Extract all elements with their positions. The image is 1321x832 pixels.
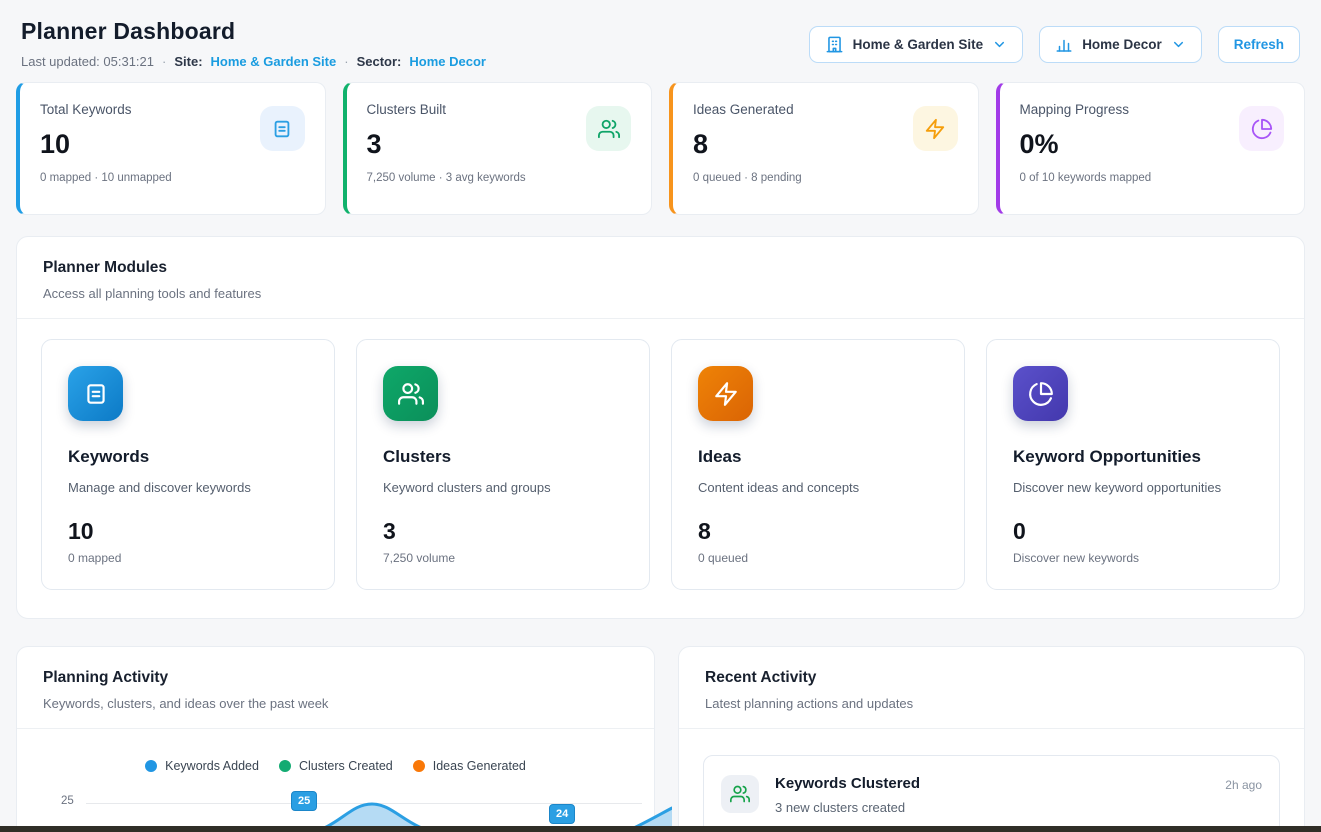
site-selector-label: Home & Garden Site	[853, 37, 984, 52]
page-header: Planner Dashboard Last updated: 05:31:21…	[16, 0, 1305, 69]
module-value: 10	[68, 518, 308, 545]
module-card-clusters[interactable]: Clusters Keyword clusters and groups 3 7…	[356, 339, 650, 590]
module-sub: Discover new keywords	[1013, 551, 1253, 565]
legend-dot-icon	[413, 760, 425, 772]
module-description: Content ideas and concepts	[698, 480, 938, 495]
module-title: Ideas	[698, 447, 938, 467]
document-icon	[68, 366, 123, 421]
module-title: Clusters	[383, 447, 623, 467]
modules-panel-subtitle: Access all planning tools and features	[43, 286, 1278, 301]
pie-chart-icon	[1239, 106, 1284, 151]
stat-subtitle: 0 queued · 8 pending	[693, 172, 802, 184]
sector-link[interactable]: Home Decor	[409, 54, 486, 69]
activity-panel-subtitle: Keywords, clusters, and ideas over the p…	[43, 696, 628, 711]
activity-panel-title: Planning Activity	[43, 669, 628, 687]
y-axis-tick: 25	[61, 795, 74, 807]
modules-panel-title: Planner Modules	[43, 259, 1278, 277]
refresh-button[interactable]: Refresh	[1218, 26, 1300, 63]
stat-subtitle: 7,250 volume · 3 avg keywords	[367, 172, 526, 184]
chevron-down-icon	[992, 37, 1007, 52]
stat-title: Total Keywords	[40, 102, 172, 117]
last-updated-text: Last updated: 05:31:21	[21, 54, 154, 69]
users-icon	[383, 366, 438, 421]
site-link[interactable]: Home & Garden Site	[211, 54, 337, 69]
stat-card-mapping-progress: Mapping Progress 0% 0 of 10 keywords map…	[996, 82, 1306, 215]
data-point-label: 25	[291, 791, 317, 811]
legend-item-ideas-generated[interactable]: Ideas Generated	[413, 759, 526, 773]
page-title: Planner Dashboard	[21, 18, 486, 45]
keywords-added-series	[77, 782, 672, 832]
module-sub: 7,250 volume	[383, 551, 623, 565]
module-card-keywords[interactable]: Keywords Manage and discover keywords 10…	[41, 339, 335, 590]
recent-panel-title: Recent Activity	[705, 669, 1278, 687]
module-card-keyword-opportunities[interactable]: Keyword Opportunities Discover new keywo…	[986, 339, 1280, 590]
activity-item-keywords-clustered[interactable]: Keywords Clustered 3 new clusters create…	[703, 755, 1280, 832]
stat-value: 8	[693, 129, 802, 160]
stat-value: 0%	[1020, 129, 1152, 160]
stat-card-clusters-built: Clusters Built 3 7,250 volume · 3 avg ke…	[343, 82, 653, 215]
sector-selector-label: Home Decor	[1082, 37, 1162, 52]
building-icon	[825, 35, 844, 54]
module-description: Discover new keyword opportunities	[1013, 480, 1253, 495]
module-card-ideas[interactable]: Ideas Content ideas and concepts 8 0 que…	[671, 339, 965, 590]
document-icon	[260, 106, 305, 151]
chart-legend: Keywords Added Clusters Created Ideas Ge…	[17, 759, 654, 773]
stats-row: Total Keywords 10 0 mapped · 10 unmapped…	[16, 82, 1305, 215]
page-subtitle: Last updated: 05:31:21 · Site: Home & Ga…	[21, 54, 486, 69]
stat-title: Clusters Built	[367, 102, 526, 117]
activity-item-time: 2h ago	[1225, 778, 1262, 792]
stat-value: 10	[40, 129, 172, 160]
module-sub: 0 mapped	[68, 551, 308, 565]
activity-item-title: Keywords Clustered	[775, 775, 1209, 792]
planning-activity-chart: 25 25 24	[17, 782, 654, 832]
stat-title: Ideas Generated	[693, 102, 802, 117]
pie-chart-icon	[1013, 366, 1068, 421]
legend-item-clusters-created[interactable]: Clusters Created	[279, 759, 393, 773]
bolt-icon	[913, 106, 958, 151]
taskbar-edge	[0, 826, 1321, 832]
sector-label: Sector:	[357, 54, 402, 69]
module-value: 0	[1013, 518, 1253, 545]
module-value: 8	[698, 518, 938, 545]
stat-value: 3	[367, 129, 526, 160]
stat-card-ideas-generated: Ideas Generated 8 0 queued · 8 pending	[669, 82, 979, 215]
sector-selector-button[interactable]: Home Decor	[1039, 26, 1202, 63]
recent-panel-subtitle: Latest planning actions and updates	[705, 696, 1278, 711]
chevron-down-icon	[1171, 37, 1186, 52]
module-sub: 0 queued	[698, 551, 938, 565]
planning-activity-panel: Planning Activity Keywords, clusters, an…	[16, 646, 655, 832]
legend-dot-icon	[145, 760, 157, 772]
stat-subtitle: 0 of 10 keywords mapped	[1020, 172, 1152, 184]
module-title: Keyword Opportunities	[1013, 447, 1253, 467]
bar-chart-icon	[1055, 36, 1073, 54]
activity-list: Keywords Clustered 3 new clusters create…	[679, 729, 1304, 832]
module-title: Keywords	[68, 447, 308, 467]
bolt-icon	[698, 366, 753, 421]
modules-grid: Keywords Manage and discover keywords 10…	[17, 319, 1304, 618]
planner-modules-panel: Planner Modules Access all planning tool…	[16, 236, 1305, 619]
stat-title: Mapping Progress	[1020, 102, 1152, 117]
users-icon	[586, 106, 631, 151]
site-label: Site:	[174, 54, 202, 69]
stat-subtitle: 0 mapped · 10 unmapped	[40, 172, 172, 184]
users-icon	[721, 775, 759, 813]
legend-dot-icon	[279, 760, 291, 772]
module-description: Manage and discover keywords	[68, 480, 308, 495]
recent-activity-panel: Recent Activity Latest planning actions …	[678, 646, 1305, 832]
data-point-label: 24	[549, 804, 575, 824]
module-value: 3	[383, 518, 623, 545]
site-selector-button[interactable]: Home & Garden Site	[809, 26, 1024, 63]
legend-item-keywords-added[interactable]: Keywords Added	[145, 759, 259, 773]
module-description: Keyword clusters and groups	[383, 480, 623, 495]
activity-item-description: 3 new clusters created	[775, 800, 1209, 815]
stat-card-total-keywords: Total Keywords 10 0 mapped · 10 unmapped	[16, 82, 326, 215]
